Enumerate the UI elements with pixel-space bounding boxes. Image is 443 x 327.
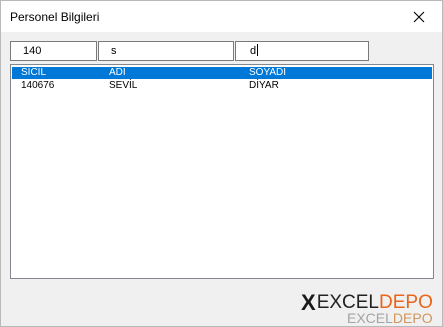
logo-shadow-excel: EXCEL [347,310,393,326]
exceldepo-logo: X EXCEL DEPO EXCELDEPO [301,290,439,326]
column-header-sicil: SİCİL [21,67,47,78]
close-icon [413,11,425,22]
soyadi-filter-value: d [250,45,257,57]
cell-soyadi: DİYAR [249,80,279,91]
sicil-filter-value: 140 [23,45,42,57]
dialog-window: Personel Bilgileri 140 s d SİCİL ADI SOY… [0,0,443,327]
cell-adi: SEVİL [109,80,138,91]
text-caret [257,44,259,56]
personnel-listbox[interactable]: SİCİL ADI SOYADI 140676 SEVİL DİYAR [10,64,434,279]
adi-filter-input[interactable]: s [98,41,234,61]
window-title: Personel Bilgileri [10,10,100,24]
column-header-adi: ADI [109,67,126,78]
title-bar[interactable]: Personel Bilgileri [1,1,442,32]
sicil-filter-input[interactable]: 140 [10,41,97,61]
logo-shadow-depo: DEPO [392,310,433,326]
column-header-soyadi: SOYADI [249,67,287,78]
close-button[interactable] [396,1,442,32]
list-item[interactable]: 140676 SEVİL DİYAR [12,80,432,92]
logo-x-mark: X [301,290,316,315]
cell-sicil: 140676 [21,80,55,91]
list-header-row[interactable]: SİCİL ADI SOYADI [12,67,432,79]
logo-watermark-shadow: EXCELDEPO [347,310,433,326]
adi-filter-value: s [111,45,117,57]
soyadi-filter-input[interactable]: d [235,41,369,61]
